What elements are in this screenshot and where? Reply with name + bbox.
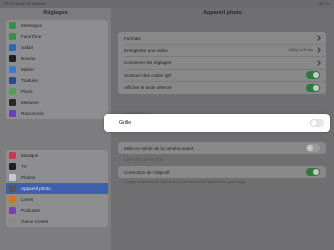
sidebar-item-podcasts[interactable]: Podcasts xyxy=(6,205,108,216)
shortcuts-icon xyxy=(9,110,16,117)
sidebar-item-appareil-photo[interactable]: Appareil photo xyxy=(6,183,108,194)
stocks-icon xyxy=(9,55,16,62)
toggle-knob xyxy=(313,84,319,91)
sidebar-item-messages[interactable]: Messages xyxy=(6,20,108,31)
sidebar-item-label: Météo xyxy=(21,67,34,72)
sidebar-item-label: Plans xyxy=(21,89,33,94)
sidebar-item-label: Mesures xyxy=(21,100,39,105)
sidebar-item-musique[interactable]: Musique xyxy=(6,150,108,161)
setting-label: Afficher le texte détecté xyxy=(124,85,172,91)
music-icon xyxy=(9,152,16,159)
sidebar-item-label: Musique xyxy=(21,153,39,158)
setting-label: Scanner des codes QR xyxy=(124,72,172,78)
sidebar-item-label: TV xyxy=(21,164,27,169)
measure-icon xyxy=(9,99,16,106)
sidebar-item-facetime[interactable]: FaceTime xyxy=(6,31,108,42)
sidebar-group-media: Musique TV Photos Appareil photo Livres Podca… xyxy=(6,150,108,227)
camera-icon xyxy=(9,185,16,192)
sidebar-item-safari[interactable]: Safari xyxy=(6,42,108,53)
setting-row-correction-de-l-objectif[interactable]: Correction de l’objectif xyxy=(118,166,326,178)
setting-label: Enregistrer une vidéo xyxy=(124,47,168,53)
battery-status: 100 % xyxy=(317,1,329,6)
sidebar-item-livres[interactable]: Livres xyxy=(6,194,108,205)
toggle-knob xyxy=(311,120,317,126)
setting-row-enregistrer-une-vid-o[interactable]: Enregistrer une vidéo 1080p à 30 ips xyxy=(118,44,326,56)
photos-icon xyxy=(9,174,16,181)
maps-icon xyxy=(9,88,16,95)
sidebar-item-label: Podcasts xyxy=(21,208,40,213)
sidebar-item-label: Game Center xyxy=(21,219,49,224)
tv-icon xyxy=(9,163,16,170)
sidebar-group-apps: Messages FaceTime Safari Bourse Météo Traduir… xyxy=(6,20,108,119)
setting-row-formats[interactable]: Formats xyxy=(118,32,326,44)
sidebar-title: Réglages xyxy=(43,10,68,16)
sidebar-item-game-center[interactable]: Game Center xyxy=(6,216,108,227)
translate-icon xyxy=(9,77,16,84)
sidebar-item-label: Raccourcis xyxy=(21,111,44,116)
sidebar-item-traduire[interactable]: Traduire xyxy=(6,75,108,86)
sidebar-item-raccourcis[interactable]: Raccourcis xyxy=(6,108,108,119)
sidebar-item-label: Safari xyxy=(21,45,34,50)
sidebar-item-label: Livres xyxy=(21,197,34,202)
settings-sidebar: Réglages Messages FaceTime Safari Bourse Mét… xyxy=(0,8,111,250)
sidebar-item-label: Appareil photo xyxy=(21,186,51,191)
setting-label: Correction de l’objectif xyxy=(124,169,170,175)
section-header-capture: CAPTURE DE PHOTOS xyxy=(124,158,164,162)
toggle-knob xyxy=(313,72,319,79)
setting-label: Mise en miroir de la caméra avant xyxy=(124,145,194,151)
setting-value: 1080p à 30 ips xyxy=(288,48,313,53)
sidebar-item-plans[interactable]: Plans xyxy=(6,86,108,97)
facetime-icon xyxy=(9,33,16,40)
setting-toggle[interactable] xyxy=(306,144,320,152)
sidebar-item-label: FaceTime xyxy=(21,34,42,39)
grid-label: Grille xyxy=(119,120,132,126)
setting-row-conserver-les-r-glages[interactable]: Conserver les réglages xyxy=(118,57,326,69)
composition-card: Mise en miroir de la caméra avant xyxy=(118,142,326,154)
books-icon xyxy=(9,196,16,203)
setting-label: Formats xyxy=(124,35,141,41)
setting-toggle[interactable] xyxy=(306,168,320,176)
sidebar-item-m-t-o[interactable]: Météo xyxy=(6,64,108,75)
game-center-icon xyxy=(9,218,16,225)
chevron-right-icon xyxy=(315,35,321,41)
chevron-right-icon xyxy=(315,59,321,66)
sidebar-item-photos[interactable]: Photos xyxy=(6,172,108,183)
messages-icon xyxy=(9,22,16,29)
sidebar-item-label: Messages xyxy=(21,23,42,28)
page-title: Appareil photo xyxy=(203,10,242,16)
sidebar-item-label: Bourse xyxy=(21,56,36,61)
sidebar-item-label: Photos xyxy=(21,175,36,180)
sidebar-item-bourse[interactable]: Bourse xyxy=(6,53,108,64)
setting-row-afficher-le-texte-d-tect-[interactable]: Afficher le texte détecté xyxy=(118,82,326,94)
camera-general-card: Formats Enregistrer une vidéo 1080p à 30 i… xyxy=(118,32,326,94)
setting-row-scanner-des-codes-qr[interactable]: Scanner des codes QR xyxy=(118,69,326,81)
grid-setting-row[interactable]: Grille xyxy=(104,114,330,132)
safari-icon xyxy=(9,44,16,51)
weather-icon xyxy=(9,66,16,73)
toggle-knob xyxy=(313,169,319,175)
grid-toggle[interactable] xyxy=(310,119,324,127)
sidebar-item-label: Traduire xyxy=(21,78,38,83)
setting-label: Conserver les réglages xyxy=(124,60,172,66)
chevron-right-icon xyxy=(315,47,321,54)
toggle-knob xyxy=(307,145,313,151)
capture-card: Correction de l’objectif xyxy=(118,166,326,178)
podcasts-icon xyxy=(9,207,16,214)
sidebar-item-mesures[interactable]: Mesures xyxy=(6,97,108,108)
setting-toggle[interactable] xyxy=(306,71,320,80)
sidebar-item-tv[interactable]: TV xyxy=(6,161,108,172)
status-time: 09:41 Mardi 18 octobre xyxy=(4,1,46,6)
setting-toggle[interactable] xyxy=(306,83,320,92)
setting-row-mise-en-miroir-de-la-cam-ra-avant[interactable]: Mise en miroir de la caméra avant xyxy=(118,142,326,154)
section-footer-lens: Corriger la distorsion de l’objectif sur… xyxy=(124,180,247,184)
